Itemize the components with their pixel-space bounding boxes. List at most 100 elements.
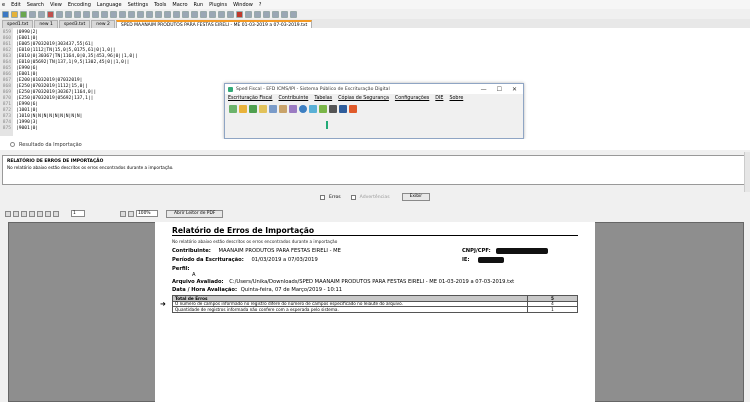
sped-menu-item[interactable]: Cópias de Segurança — [338, 96, 389, 101]
sped-menu-item[interactable]: Escrituração Fiscal — [228, 96, 273, 101]
transmit-icon[interactable] — [309, 104, 317, 113]
first-page-icon[interactable] — [29, 210, 35, 217]
npp-toolbar-button[interactable] — [29, 10, 36, 18]
close-button[interactable]: ✕ — [512, 86, 517, 93]
npp-toolbar-button[interactable] — [218, 10, 225, 18]
npp-toolbar-button[interactable] — [128, 10, 135, 18]
npp-tab[interactable]: new 1 — [34, 20, 58, 28]
npp-menu-item[interactable]: Macro — [172, 2, 187, 8]
ie-label: IE: — [462, 257, 470, 263]
npp-toolbar — [0, 9, 750, 19]
npp-menu-item[interactable]: ? — [259, 2, 262, 8]
npp-tab[interactable]: SPED MAANAIM PRODUTOS PARA FESTAS EIRELI… — [115, 20, 313, 28]
sped-menu-item[interactable]: Sobre — [449, 96, 463, 101]
npp-tab[interactable]: new 2 — [91, 20, 115, 28]
erros-checkbox[interactable] — [319, 194, 325, 200]
npp-toolbar-button[interactable] — [191, 10, 198, 18]
panel-scrollbar[interactable] — [744, 152, 750, 192]
npp-toolbar-button[interactable] — [110, 10, 117, 18]
npp-toolbar-button[interactable] — [119, 10, 126, 18]
npp-toolbar-button[interactable] — [47, 10, 54, 18]
npp-menu-item[interactable]: Plugins — [209, 2, 227, 8]
npp-toolbar-button[interactable] — [173, 10, 180, 18]
prev-page-icon[interactable] — [37, 210, 43, 217]
npp-toolbar-button[interactable] — [20, 10, 27, 18]
npp-menu-item[interactable]: e — [2, 2, 5, 8]
receipt-icon[interactable] — [319, 104, 327, 113]
npp-toolbar-button[interactable] — [83, 10, 90, 18]
result-title-bar: Resultado da Importação — [0, 139, 750, 150]
npp-toolbar-button[interactable] — [146, 10, 153, 18]
sped-menu-item[interactable]: Contribuinte — [279, 96, 309, 101]
npp-toolbar-button[interactable] — [164, 10, 171, 18]
npp-toolbar-button[interactable] — [290, 10, 297, 18]
print-icon[interactable] — [13, 210, 19, 217]
npp-menu-item[interactable]: Tools — [154, 2, 166, 8]
npp-tab-bar: sped1.txt new 1 sped3.txt new 2 SPED MAANAIM… — [0, 19, 750, 28]
sped-menu-item[interactable]: Tabelas — [314, 96, 332, 101]
page-number-input[interactable]: 1 — [71, 210, 85, 217]
last-page-icon[interactable] — [53, 210, 59, 217]
npp-toolbar-button[interactable] — [227, 10, 234, 18]
line-text: |E010|1112|TN|15,0|5,0175,61|0|1,0|| — [16, 48, 116, 53]
exit-icon[interactable] — [349, 104, 357, 113]
validate-icon[interactable] — [249, 104, 257, 113]
npp-menu-item[interactable]: Window — [233, 2, 253, 8]
npp-toolbar-button[interactable] — [236, 10, 243, 18]
npp-toolbar-button[interactable] — [209, 10, 216, 18]
save-icon[interactable] — [339, 104, 347, 113]
npp-toolbar-button[interactable] — [281, 10, 288, 18]
exibir-button[interactable]: Exibir — [401, 193, 431, 201]
npp-toolbar-button[interactable] — [182, 10, 189, 18]
npp-menu-item[interactable]: View — [50, 2, 62, 8]
sign-icon[interactable] — [279, 104, 287, 113]
new-icon[interactable] — [229, 104, 237, 113]
maximize-button[interactable]: ☐ — [497, 86, 502, 93]
npp-menu-item[interactable]: Language — [97, 2, 122, 8]
refresh-icon[interactable] — [21, 210, 27, 217]
npp-menu-item[interactable]: Run — [194, 2, 204, 8]
npp-toolbar-button[interactable] — [2, 10, 9, 18]
npp-toolbar-button[interactable] — [137, 10, 144, 18]
sped-menubar: Escrituração Fiscal Contribuinte Tabelas Có… — [225, 94, 523, 103]
npp-menu-item[interactable]: Edit — [11, 2, 21, 8]
error-desc: O número de campos informado no registro… — [175, 301, 403, 306]
print-icon[interactable] — [329, 104, 337, 113]
save-icon[interactable] — [5, 210, 11, 217]
npp-tab[interactable]: sped1.txt — [2, 20, 34, 28]
zoom-select[interactable]: 100% — [136, 210, 158, 217]
zoom-in-icon[interactable] — [120, 210, 126, 217]
next-page-icon[interactable] — [45, 210, 51, 217]
npp-toolbar-button[interactable] — [155, 10, 162, 18]
npp-toolbar-button[interactable] — [101, 10, 108, 18]
sped-window-title: Sped Fiscal - EFD ICMS/IPI - Sistema Púb… — [236, 86, 390, 92]
pointer-arrow-icon: ➜ — [160, 300, 166, 308]
minimize-button[interactable]: — — [481, 86, 487, 93]
npp-toolbar-button[interactable] — [254, 10, 261, 18]
npp-toolbar-button[interactable] — [56, 10, 63, 18]
sped-menu-item[interactable]: DIE — [435, 96, 443, 101]
npp-toolbar-button[interactable] — [263, 10, 270, 18]
sped-menu-item[interactable]: Configurações — [395, 96, 429, 101]
pen-icon[interactable] — [289, 104, 297, 113]
npp-toolbar-button[interactable] — [245, 10, 252, 18]
npp-toolbar-button[interactable] — [200, 10, 207, 18]
npp-toolbar-button[interactable] — [65, 10, 72, 18]
table-row[interactable]: Quantidade de registros informada não co… — [172, 307, 578, 313]
npp-menu-item[interactable]: Settings — [128, 2, 149, 8]
zoom-out-icon[interactable] — [128, 210, 134, 217]
npp-toolbar-button[interactable] — [272, 10, 279, 18]
open-folder-icon[interactable] — [259, 104, 267, 113]
npp-toolbar-button[interactable] — [92, 10, 99, 18]
npp-toolbar-button[interactable] — [38, 10, 45, 18]
edit-icon[interactable] — [269, 104, 277, 113]
npp-tab[interactable]: sped3.txt — [58, 20, 91, 28]
globe-icon[interactable] — [299, 104, 307, 113]
import-icon[interactable] — [239, 104, 247, 113]
open-pdf-reader-button[interactable]: Abrir Leitor de PDF — [166, 209, 224, 218]
npp-toolbar-button[interactable] — [74, 10, 81, 18]
npp-menu-item[interactable]: Search — [27, 2, 44, 8]
npp-toolbar-button[interactable] — [11, 10, 18, 18]
advertencias-checkbox[interactable] — [350, 194, 356, 200]
npp-menu-item[interactable]: Encoding — [68, 2, 91, 8]
